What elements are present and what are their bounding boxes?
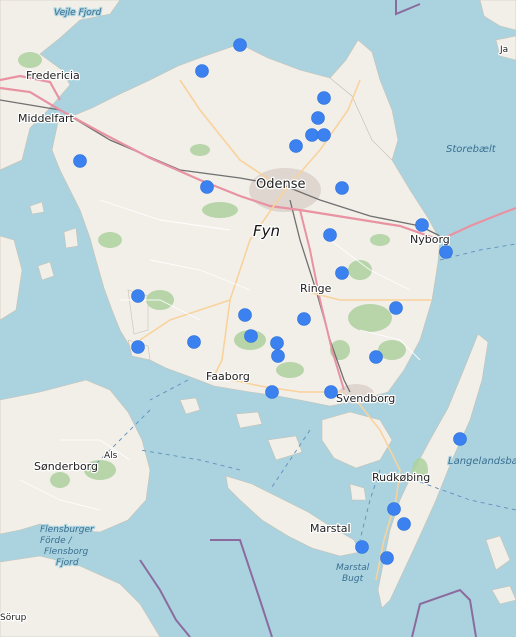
label-flensburger-forde-2: Förde / [40,536,72,546]
location-dot-icon[interactable] [200,180,214,194]
location-dot-icon[interactable] [305,128,319,142]
location-dot-icon[interactable] [380,551,394,565]
location-dot-icon[interactable] [187,335,201,349]
label-ringe: Ringe [300,282,332,295]
location-dot-icon[interactable] [369,350,383,364]
location-dot-icon[interactable] [335,181,349,195]
label-sorup: Sörup [0,613,27,623]
location-dot-icon[interactable] [233,38,247,52]
label-nyborg: Nyborg [410,233,450,246]
location-dot-icon[interactable] [244,329,258,343]
location-dot-icon[interactable] [355,540,369,554]
label-als: Als [104,451,118,461]
location-dot-icon[interactable] [270,336,284,350]
location-dot-icon[interactable] [73,154,87,168]
label-fyn: Fyn [253,222,280,240]
label-flensborg-fjord-2: Fjord [56,558,79,568]
location-dot-icon[interactable] [238,308,252,322]
label-ja-partial: Ja [499,45,508,55]
location-dot-icon[interactable] [317,128,331,142]
label-middelfart: Middelfart [18,112,74,125]
location-dot-icon[interactable] [297,312,311,326]
location-dot-icon[interactable] [389,301,403,315]
label-rudkobing: Rudkøbing [372,471,430,484]
location-dot-icon[interactable] [131,289,145,303]
location-dot-icon[interactable] [311,111,325,125]
location-dot-icon[interactable] [265,385,279,399]
label-sonderborg: Sønderborg [34,460,98,473]
location-dot-icon[interactable] [323,228,337,242]
location-dot-icon[interactable] [289,139,303,153]
label-marstal-bugt-2: Bugt [342,574,364,584]
label-faaborg: Faaborg [206,370,250,383]
map-canvas[interactable]: Vejle Fjord Fredericia Middelfart Odense… [0,0,516,637]
location-dot-icon[interactable] [453,432,467,446]
map-view[interactable]: Vejle Fjord Fredericia Middelfart Odense… [0,0,516,637]
location-dot-icon[interactable] [324,385,338,399]
label-flensburger-forde: Flensburger [40,525,95,535]
location-dot-icon[interactable] [317,91,331,105]
label-svendborg: Svendborg [336,392,395,405]
location-dot-icon[interactable] [415,218,429,232]
label-vejle-fjord: Vejle Fjord [54,8,101,18]
label-storebaelt: Storebælt [446,144,497,155]
label-marstal: Marstal [310,522,351,535]
label-fredericia: Fredericia [26,69,80,82]
label-marstal-bugt: Marstal [336,563,370,573]
location-dot-icon[interactable] [271,349,285,363]
label-langelandsbaelt: Langelandsbælt [448,456,516,467]
location-dot-icon[interactable] [387,502,401,516]
location-dot-icon[interactable] [335,266,349,280]
location-dot-icon[interactable] [131,340,145,354]
small-island [63,227,79,249]
label-odense: Odense [256,177,306,192]
location-dot-icon[interactable] [397,517,411,531]
location-dot-icon[interactable] [195,64,209,78]
location-dot-icon[interactable] [439,245,453,259]
label-flensborg-fjord: Flensborg [44,547,89,557]
